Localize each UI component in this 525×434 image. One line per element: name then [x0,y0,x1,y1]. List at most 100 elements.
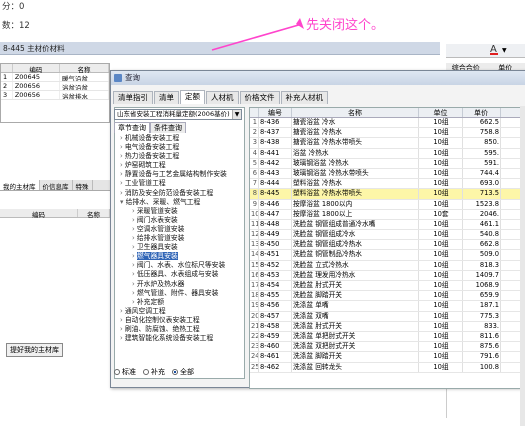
table-row[interactable]: 9 8-446 按摩浴盆 1800以内 10组 1523.8 [250,199,525,210]
tree-item-label: 自动化控制仪表安装工程 [124,315,200,324]
tree-item[interactable]: › 采暖管道安装 [114,207,240,216]
table-row[interactable]: 12 8-449 洗脸盆 钢管组成冷水 10组 540.8 [250,230,525,241]
table-row[interactable]: 21 8-458 洗涤盆 肘式开关 10组 833. [250,321,525,332]
table-row[interactable]: 8 8-445 塑料浴盆 冷热水带喷头 10组 713.5 [250,189,525,200]
table-row[interactable]: 4 8-441 浴盆 冷热水 10组 595. [250,148,525,159]
table-row[interactable]: 3 8-438 搪瓷浴盆 冷热水带喷头 10组 850. [250,138,525,149]
table-row[interactable]: 15 8-452 洗脸盆 立式冷热水 10组 818.3 [250,260,525,271]
tab-supplement[interactable]: 补充人材机 [280,91,328,104]
row-index: 15 [251,260,259,270]
tree-item[interactable]: › 消防及安全防范设备安装工程 [114,189,240,198]
quota-lib-value: 山东省安装工程消耗量定额(2006基价) [117,110,230,118]
table-row[interactable]: 6 8-443 玻璃钢浴盆 冷热水带喷头 10组 744.4 [250,168,525,180]
back-tabs: 我的主材库 价信息库 特殊 [0,180,110,191]
tree-item[interactable]: › 工业管道工程 [114,179,240,188]
tab-special[interactable]: 特殊 [73,180,93,191]
table-body: 1 8-436 搪瓷浴盆 冷水 10组 662.5 2 8-437 搪瓷浴盆 冷热水 10组 75… [250,118,525,373]
radio-all[interactable]: 全部 [172,367,194,377]
tree-item[interactable]: › 燃气器具安装 [114,252,240,261]
tab-my-material-lib[interactable]: 我的主材库 [0,180,40,191]
table-row[interactable]: 18 8-455 洗脸盆 脚踏开关 10组 659.9 [250,291,525,302]
tree-item[interactable]: › 补充定额 [114,298,240,307]
table-row[interactable]: 14 8-451 洗脸盆 铜管制品冷热水 10组 509.0 [250,250,525,261]
tree-item[interactable]: › 通风空调工程 [114,307,240,316]
tree-item[interactable]: › 卫生器具安装 [114,243,240,252]
row-unit: 10组 [419,199,463,209]
table-row[interactable]: 23 8-460 洗涤盆 双把肘式开关 10组 875.6 [250,342,525,353]
table-row[interactable]: 5 8-442 玻璃钢浴盆 冷热水 10组 591. [250,158,525,169]
col-unit: 单位 [419,108,463,117]
chevron-down-icon[interactable]: ▼ [232,110,241,119]
dialog-titlebar[interactable]: 查询 [111,71,525,85]
tree-item-label: 采暖管道安装 [136,206,178,215]
tab-quota[interactable]: 定额 [180,90,205,104]
table-row[interactable]: 17 8-454 洗脸盆 肘式开关 10组 1068.9 [250,281,525,292]
row-code: 8-454 [259,281,292,291]
tree-item[interactable]: › 阀门水表安装 [114,216,240,225]
tab-list-guide[interactable]: 清单指引 [113,91,153,104]
tree-item[interactable]: › 机械设备安装工程 [114,134,240,143]
tree-item[interactable]: › 空调水管道安装 [114,225,240,234]
row-num: 1 [1,73,13,81]
table-row[interactable]: 25 8-462 洗涤盆 回转龙头 10组 100.8 [250,362,525,373]
table-row[interactable]: 2 Z00656 浴盆沿盆 [1,82,109,91]
row-code: 8-442 [259,158,292,168]
row-unit: 10组 [419,118,463,128]
table-row[interactable]: 1 Z00645 暖气沿盆 [1,73,109,82]
tab-price-info-lib[interactable]: 价信息库 [40,180,73,191]
table-row[interactable]: 22 8-459 洗涤盆 单把肘式开关 10组 811.6 [250,331,525,343]
quota-lib-select[interactable]: 山东省安装工程消耗量定额(2006基价) ▼ [114,109,242,120]
tree-item[interactable]: › 给排水管道安装 [114,234,240,243]
font-color-icon[interactable]: A [490,44,498,55]
row-index: 10 [251,209,259,219]
row-name: 洗脸盆 铜管制品冷热水 [292,250,419,260]
tree-item[interactable]: › 低压器具、水表组成与安装 [114,270,240,279]
table-row[interactable]: 3 Z00656 浴盆排水 [1,91,109,100]
radio-standard[interactable]: 标准 [114,367,136,377]
save-material-lib-button[interactable]: 提好我的主材库 [6,343,63,357]
tree-item[interactable]: › 炉窑砌筑工程 [114,161,240,170]
tab-labor-material-machine[interactable]: 人材机 [206,91,239,104]
tree-item[interactable]: › 刷油、防腐蚀、绝热工程 [114,325,240,334]
tree-item[interactable]: ▾ 给排水、采暖、燃气工程 [114,198,240,207]
table-row[interactable]: 19 8-456 洗涤盆 单嘴 10组 187.1 [250,301,525,312]
table-row[interactable]: 10 8-447 按摩浴盆 1800以上 10套 2046. [250,209,525,220]
tab-price-file[interactable]: 价格文件 [239,91,280,104]
row-price: 1409.7 [463,270,501,280]
table-row[interactable]: 13 8-450 洗脸盆 钢管组成冷热水 10组 662.8 [250,240,525,251]
row-unit: 10组 [419,342,463,352]
tree-item[interactable]: › 热力设备安装工程 [114,152,240,161]
dialog-title: 查询 [125,73,140,82]
tree-item[interactable]: › 自动化控制仪表安装工程 [114,316,240,325]
row-code: 8-453 [259,270,292,280]
tab-chapter-query[interactable]: 章节查询 [114,122,150,133]
radio-circle[interactable] [114,369,120,375]
radio-circle[interactable] [172,369,178,375]
tree-item[interactable]: › 电气设备安装工程 [114,143,240,152]
table-row[interactable]: 1 8-436 搪瓷浴盆 冷水 10组 662.5 [250,118,525,129]
col-price: 单价 [463,108,501,117]
tree-item-label: 建筑智能化系统设备安装工程 [124,334,214,343]
table-row[interactable]: 7 8-444 塑料浴盆 冷热水 10组 693.0 [250,179,525,190]
tab-list[interactable]: 清单 [154,91,179,104]
row-price: 595. [463,148,501,158]
row-price: 540.8 [463,230,501,240]
table-row[interactable]: 11 8-448 洗脸盆 钢管组成普通冷水嘴 10组 461.1 [250,219,525,231]
tree-item[interactable]: › 燃气管道、附件、器具安装 [114,289,240,298]
tree-item[interactable]: › 建筑智能化系统设备安装工程 [114,334,240,343]
vertical-scrollbar[interactable] [520,106,525,426]
table-row[interactable]: 24 8-461 洗涤盆 脚踏开关 10组 791.6 [250,352,525,363]
tab-condition-query[interactable]: 条件查询 [150,122,186,133]
dropdown-arrow-icon[interactable]: ▼ [502,47,507,54]
table-row[interactable]: 20 8-457 洗涤盆 双嘴 10组 775.3 [250,311,525,322]
tree-item-label: 给排水管道安装 [136,234,185,243]
radio-supplement[interactable]: 补充 [143,367,165,377]
row-price: 875.6 [463,342,501,352]
row-unit: 10组 [419,240,463,250]
row-code: 8-445 [259,189,292,199]
radio-circle[interactable] [143,369,149,375]
tree-item[interactable]: › 开水炉及热水器 [114,280,240,289]
table-row[interactable]: 2 8-437 搪瓷浴盆 冷热水 10组 758.8 [250,128,525,139]
table-row[interactable]: 16 8-453 洗脸盆 理发用冷热水 10组 1409.7 [250,270,525,281]
back-grid-header: 编码 名称 [1,64,109,74]
